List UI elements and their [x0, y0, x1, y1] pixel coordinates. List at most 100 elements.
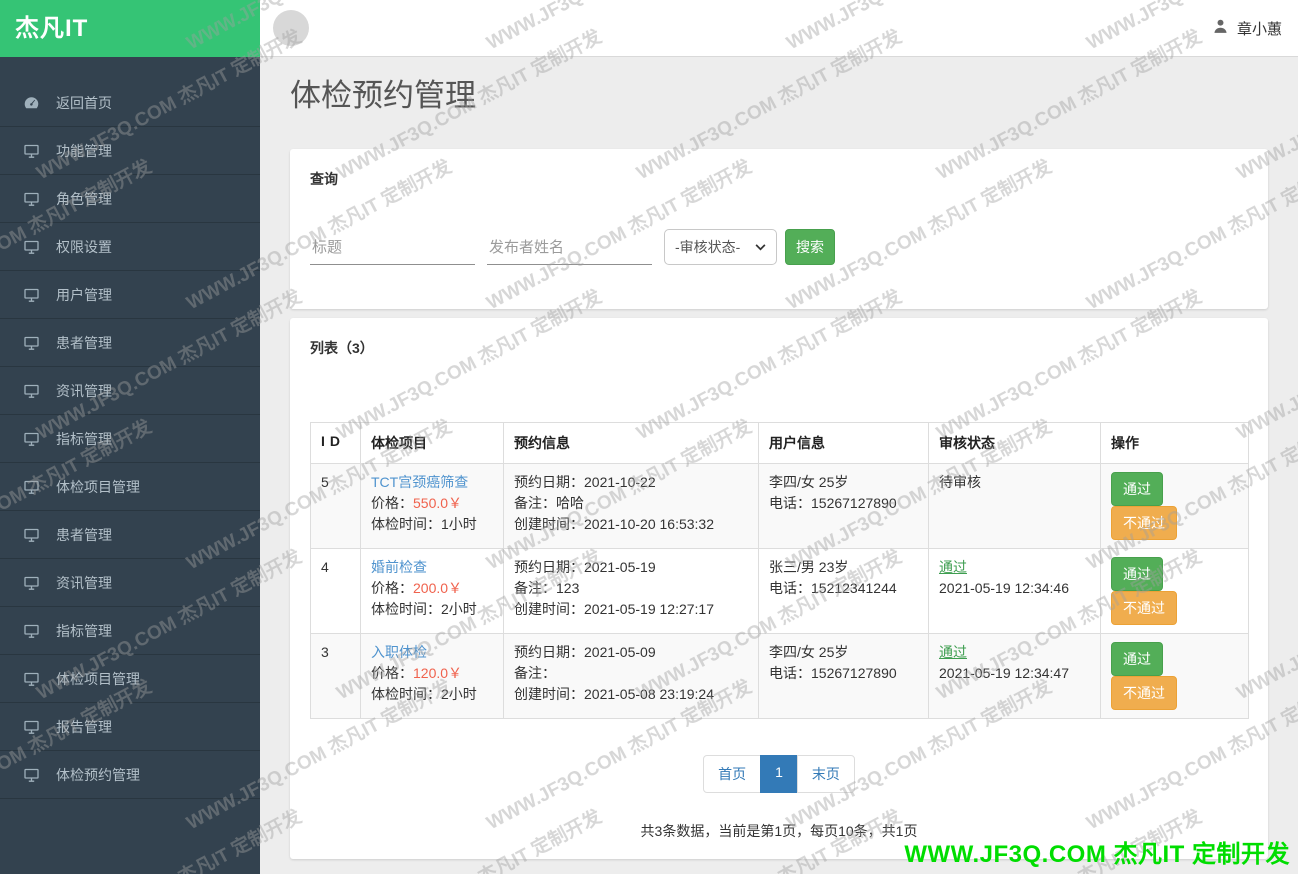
sidebar-item[interactable]: 用户管理 — [0, 271, 260, 319]
price-value: 200.0￥ — [413, 580, 462, 596]
title-input[interactable] — [310, 231, 475, 265]
sidebar-item[interactable]: 体检预约管理 — [0, 751, 260, 799]
sidebar-item-label: 资讯管理 — [56, 573, 112, 593]
project-duration: 体检时间：2小时 — [371, 599, 493, 620]
project-price: 价格：200.0￥ — [371, 578, 493, 599]
audit-status-select[interactable]: -审核状态- — [664, 229, 777, 265]
cell-user: 李四/女 25岁电话：15267127890 — [759, 634, 929, 719]
search-button[interactable]: 搜索 — [785, 229, 835, 265]
reject-button[interactable]: 不通过 — [1111, 591, 1177, 625]
topbar: 章小蕙 — [260, 0, 1298, 57]
project-price: 价格：120.0￥ — [371, 663, 493, 684]
user-icon — [1212, 18, 1229, 39]
monitor-icon — [23, 767, 41, 783]
monitor-icon — [23, 191, 41, 207]
booking-line: 创建时间：2021-05-19 12:27:17 — [514, 599, 748, 620]
publisher-name-input[interactable] — [487, 231, 652, 265]
sidebar-item[interactable]: 权限设置 — [0, 223, 260, 271]
pagination-summary: 共3条数据，当前是第1页，每页10条，共1页 — [310, 821, 1248, 841]
monitor-icon — [23, 335, 41, 351]
search-form: -审核状态- 搜索 — [310, 229, 1248, 265]
sidebar-item-label: 角色管理 — [56, 189, 112, 209]
monitor-icon — [23, 431, 41, 447]
col-header-id: ID — [311, 423, 361, 464]
sidebar-item-label: 体检项目管理 — [56, 477, 140, 497]
project-price: 价格：550.0￥ — [371, 493, 493, 514]
project-link[interactable]: TCT宫颈癌筛查 — [371, 474, 468, 490]
project-link[interactable]: 入职体检 — [371, 644, 427, 660]
sidebar-item[interactable]: 指标管理 — [0, 415, 260, 463]
cell-actions: 通过不通过 — [1101, 549, 1249, 634]
appointments-table: ID 体检项目 预约信息 用户信息 审核状态 操作 5TCT宫颈癌筛查价格：55… — [310, 422, 1249, 719]
sidebar-item-label: 体检项目管理 — [56, 669, 140, 689]
sidebar-item-label: 权限设置 — [56, 237, 112, 257]
monitor-icon — [23, 623, 41, 639]
sidebar-item[interactable]: 患者管理 — [0, 319, 260, 367]
sidebar-item-label: 体检预约管理 — [56, 765, 140, 785]
sidebar-item[interactable]: 资讯管理 — [0, 559, 260, 607]
sidebar-menu: 返回首页功能管理角色管理权限设置用户管理患者管理资讯管理指标管理体检项目管理患者… — [0, 79, 260, 799]
monitor-icon — [23, 143, 41, 159]
sidebar-item-label: 返回首页 — [56, 93, 112, 113]
table-row: 5TCT宫颈癌筛查价格：550.0￥体检时间：1小时预约日期：2021-10-2… — [311, 464, 1249, 549]
cell-project: 入职体检价格：120.0￥体检时间：2小时 — [361, 634, 504, 719]
sidebar-item-label: 功能管理 — [56, 141, 112, 161]
cell-status: 通过2021-05-19 12:34:47 — [929, 634, 1101, 719]
main-content: 体检预约管理 查询 -审核状态- 搜索 列表（3） ID 体检项目 预约信息 — [260, 57, 1298, 874]
sidebar-item[interactable]: 指标管理 — [0, 607, 260, 655]
user-line: 电话：15267127890 — [769, 663, 918, 684]
monitor-icon — [23, 287, 41, 303]
status-text[interactable]: 通过 — [939, 557, 1090, 578]
cell-actions: 通过不通过 — [1101, 464, 1249, 549]
sidebar-item[interactable]: 资讯管理 — [0, 367, 260, 415]
sidebar-item[interactable]: 功能管理 — [0, 127, 260, 175]
approve-button[interactable]: 通过 — [1111, 557, 1163, 591]
cell-project: TCT宫颈癌筛查价格：550.0￥体检时间：1小时 — [361, 464, 504, 549]
project-link[interactable]: 婚前检查 — [371, 559, 427, 575]
status-text[interactable]: 通过 — [939, 642, 1090, 663]
page-title: 体检预约管理 — [290, 79, 1268, 113]
table-header-row: ID 体检项目 预约信息 用户信息 审核状态 操作 — [311, 423, 1249, 464]
dashboard-icon — [23, 95, 41, 111]
list-panel: 列表（3） ID 体检项目 预约信息 用户信息 审核状态 操作 5TCT宫颈癌筛… — [290, 318, 1268, 859]
sidebar-item[interactable]: 报告管理 — [0, 703, 260, 751]
reject-button[interactable]: 不通过 — [1111, 506, 1177, 540]
table-body: 5TCT宫颈癌筛查价格：550.0￥体检时间：1小时预约日期：2021-10-2… — [311, 464, 1249, 719]
cell-id: 4 — [311, 549, 361, 634]
sidebar-toggle-button[interactable] — [273, 10, 309, 46]
cell-status: 待审核 — [929, 464, 1101, 549]
cell-booking: 预约日期：2021-10-22备注：哈哈创建时间：2021-10-20 16:5… — [504, 464, 759, 549]
pagination: 首页 1 末页 — [310, 755, 1248, 793]
list-panel-title: 列表（3） — [310, 338, 1248, 358]
col-header-project: 体检项目 — [361, 423, 504, 464]
sidebar-item-label: 指标管理 — [56, 429, 112, 449]
sidebar-item-label: 资讯管理 — [56, 381, 112, 401]
cell-user: 李四/女 25岁电话：15267127890 — [759, 464, 929, 549]
price-value: 120.0￥ — [413, 665, 462, 681]
col-header-booking: 预约信息 — [504, 423, 759, 464]
user-menu[interactable]: 章小蕙 — [1212, 0, 1282, 56]
booking-line: 备注： — [514, 663, 748, 684]
sidebar-item-label: 用户管理 — [56, 285, 112, 305]
booking-line: 预约日期：2021-10-22 — [514, 472, 748, 493]
user-line: 电话：15267127890 — [769, 493, 918, 514]
reject-button[interactable]: 不通过 — [1111, 676, 1177, 710]
approve-button[interactable]: 通过 — [1111, 642, 1163, 676]
user-name: 章小蕙 — [1237, 18, 1282, 39]
cell-status: 通过2021-05-19 12:34:46 — [929, 549, 1101, 634]
sidebar: 杰凡IT 返回首页功能管理角色管理权限设置用户管理患者管理资讯管理指标管理体检项… — [0, 0, 260, 874]
pagination-first-button[interactable]: 首页 — [703, 755, 761, 793]
monitor-icon — [23, 479, 41, 495]
approve-button[interactable]: 通过 — [1111, 472, 1163, 506]
sidebar-item[interactable]: 角色管理 — [0, 175, 260, 223]
pagination-last-button[interactable]: 末页 — [797, 755, 855, 793]
sidebar-item[interactable]: 体检项目管理 — [0, 655, 260, 703]
table-row: 3入职体检价格：120.0￥体检时间：2小时预约日期：2021-05-09备注：… — [311, 634, 1249, 719]
sidebar-item[interactable]: 体检项目管理 — [0, 463, 260, 511]
sidebar-item-label: 指标管理 — [56, 621, 112, 641]
pagination-current-page[interactable]: 1 — [760, 755, 798, 793]
sidebar-item[interactable]: 患者管理 — [0, 511, 260, 559]
sidebar-item[interactable]: 返回首页 — [0, 79, 260, 127]
cell-project: 婚前检查价格：200.0￥体检时间：2小时 — [361, 549, 504, 634]
col-header-user: 用户信息 — [759, 423, 929, 464]
